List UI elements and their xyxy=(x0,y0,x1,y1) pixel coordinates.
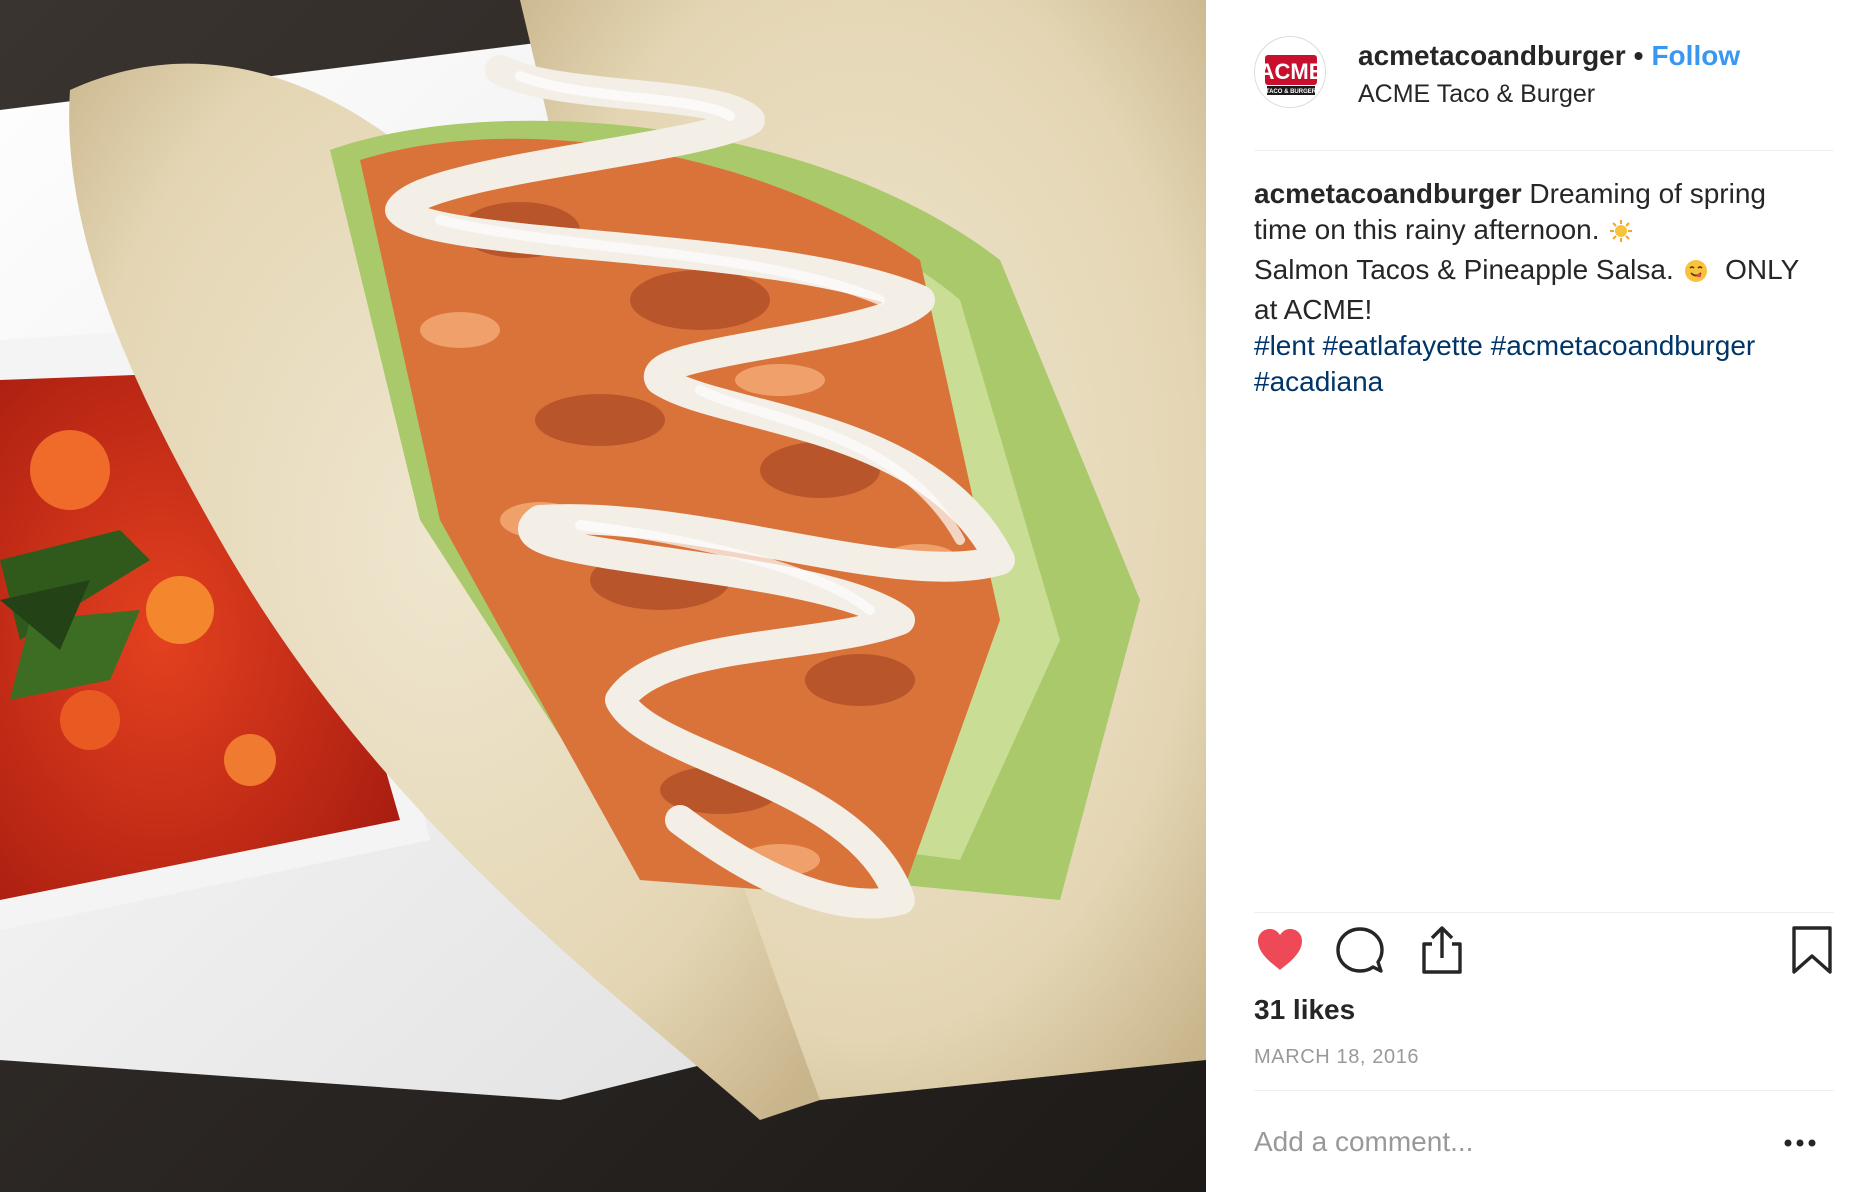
hashtag-link[interactable]: #lent xyxy=(1254,330,1315,361)
post-side-panel: ACME TACO & BURGER acmetacoandburger • Fol… xyxy=(1206,0,1862,1192)
more-options-icon xyxy=(1784,1139,1816,1147)
comment-input[interactable] xyxy=(1254,1122,1754,1162)
separator-dot: • xyxy=(1633,40,1644,71)
author-line: acmetacoandburger • Follow xyxy=(1358,40,1740,74)
avatar-logo-subtext: TACO & BURGER xyxy=(1266,89,1317,95)
taco-photo-illustration xyxy=(0,0,1206,1192)
share-icon xyxy=(1422,926,1462,974)
author-avatar[interactable]: ACME TACO & BURGER xyxy=(1254,36,1326,108)
post-location[interactable]: ACME Taco & Burger xyxy=(1358,80,1595,109)
comment-icon xyxy=(1336,927,1384,973)
save-button[interactable] xyxy=(1786,924,1838,976)
post-date[interactable]: MARCH 18, 2016 xyxy=(1254,1046,1419,1069)
author-username[interactable]: acmetacoandburger xyxy=(1358,40,1626,71)
more-options-button[interactable] xyxy=(1780,1128,1820,1158)
post-actions xyxy=(1254,924,1834,980)
likes-count[interactable]: 31 likes xyxy=(1254,994,1355,1026)
hashtag-link[interactable]: #acadiana xyxy=(1254,366,1383,397)
caption-line-2: Salmon Tacos & Pineapple Salsa. xyxy=(1254,254,1674,285)
post-photo[interactable] xyxy=(0,0,1206,1192)
bookmark-icon xyxy=(1792,926,1832,974)
follow-button[interactable]: Follow xyxy=(1651,40,1740,71)
comment-divider xyxy=(1254,1090,1834,1091)
avatar-logo-text: ACME xyxy=(1259,59,1324,84)
acme-logo-icon: ACME TACO & BURGER xyxy=(1255,37,1325,107)
heart-icon xyxy=(1258,929,1302,970)
like-button[interactable] xyxy=(1254,924,1306,976)
hashtag-link[interactable]: #eatlafayette xyxy=(1323,330,1483,361)
sun-emoji-icon xyxy=(1609,216,1633,252)
caption-username[interactable]: acmetacoandburger xyxy=(1254,178,1522,209)
header-divider xyxy=(1254,150,1834,151)
post-caption: acmetacoandburger Dreaming of spring tim… xyxy=(1254,176,1814,400)
yum-emoji-icon xyxy=(1684,256,1708,292)
actions-divider xyxy=(1254,912,1834,913)
hashtag-link[interactable]: #acmetacoandburger xyxy=(1491,330,1756,361)
share-button[interactable] xyxy=(1416,924,1468,976)
comment-button[interactable] xyxy=(1334,924,1386,976)
